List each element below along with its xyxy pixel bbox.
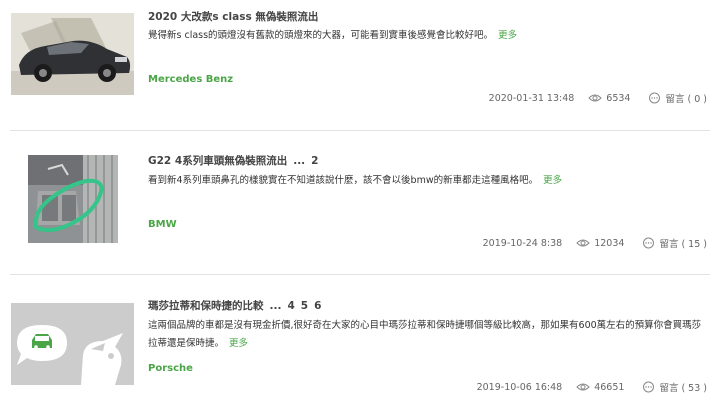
car-photo-icon <box>28 155 118 243</box>
chat-bubble-icon <box>643 381 655 393</box>
comments-count: 留言 ( 15 ) <box>659 239 707 250</box>
more-link[interactable]: 更多 <box>543 175 562 186</box>
more-link[interactable]: 更多 <box>498 30 517 41</box>
post-excerpt: 覺得新s class的頭燈沒有舊款的頭燈來的大器，可能看到實車後感覺會比較好吧。… <box>148 27 708 45</box>
post-thumbnail[interactable] <box>28 155 118 243</box>
post-excerpt: 看到新4系列車頭鼻孔的樣貌實在不知道該說什麼，該不會以後bmw的新車都走這種風格… <box>148 172 708 190</box>
car-photo-icon <box>11 13 134 95</box>
post-title-text: G22 4系列車頭無偽裝照流出 <box>148 155 288 167</box>
page-link[interactable]: 2 <box>311 155 318 167</box>
comments-count: 留言 ( 0 ) <box>665 94 707 105</box>
page-link[interactable]: 6 <box>314 300 321 312</box>
post-date: 2019-10-24 8:38 <box>482 237 563 249</box>
post-thumbnail[interactable] <box>11 13 134 95</box>
post-views: 6534 <box>588 93 630 104</box>
eye-icon <box>576 239 590 247</box>
post-excerpt-text: 覺得新s class的頭燈沒有舊款的頭燈來的大器，可能看到實車後感覺會比較好吧。 <box>148 30 494 41</box>
post-excerpt-text: 看到新4系列車頭鼻孔的樣貌實在不知道該說什麼，該不會以後bmw的新車都走這種風格… <box>148 175 539 186</box>
chat-bubble-icon <box>649 92 661 104</box>
post-date: 2019-10-06 16:48 <box>476 381 563 393</box>
post-title[interactable]: 2020 大改款s class 無偽裝照流出 <box>148 9 318 24</box>
post-brand-link[interactable]: BMW <box>148 219 177 230</box>
car-speech-bubble-icon <box>11 303 134 385</box>
post-title-text: 瑪莎拉蒂和保時捷的比較 <box>148 300 264 312</box>
post-meta: 2020-01-31 13:48 6534 留言 ( 0 ) <box>489 91 707 105</box>
comments-count: 留言 ( 53 ) <box>659 383 707 394</box>
post-title[interactable]: G22 4系列車頭無偽裝照流出... 2 <box>148 153 318 168</box>
divider <box>10 274 710 275</box>
eye-icon <box>588 94 602 102</box>
post-comments-link[interactable]: 留言 ( 0 ) <box>648 91 707 105</box>
post-brand-link[interactable]: Mercedes Benz <box>148 74 233 85</box>
post-meta: 2019-10-06 16:48 46651 留言 ( 53 ) <box>477 380 707 394</box>
post-date: 2020-01-31 13:48 <box>488 92 575 104</box>
post-thumbnail[interactable] <box>11 303 134 385</box>
more-link[interactable]: 更多 <box>229 338 248 349</box>
views-count: 12034 <box>594 237 625 249</box>
pagination-ellipsis: ... <box>269 300 282 312</box>
post-comments-link[interactable]: 留言 ( 53 ) <box>642 380 707 394</box>
divider <box>10 130 710 131</box>
chat-bubble-icon <box>643 237 655 249</box>
post-pagination: ... 4 5 6 <box>264 300 322 312</box>
post-pagination: ... 2 <box>287 155 318 167</box>
post-meta: 2019-10-24 8:38 12034 留言 ( 15 ) <box>483 236 707 250</box>
post-views: 12034 <box>576 238 624 249</box>
post-excerpt: 這兩個品牌的車都是沒有現金折價,很好奇在大家的心目中瑪莎拉蒂和保時捷哪個等級比較… <box>148 317 708 353</box>
page-link[interactable]: 4 <box>287 300 294 312</box>
post-brand-link[interactable]: Porsche <box>148 363 193 374</box>
views-count: 6534 <box>606 92 631 104</box>
eye-icon <box>576 383 590 391</box>
views-count: 46651 <box>594 381 625 393</box>
pagination-ellipsis: ... <box>293 155 306 167</box>
post-title[interactable]: 瑪莎拉蒂和保時捷的比較... 4 5 6 <box>148 298 321 313</box>
post-views: 46651 <box>576 382 624 393</box>
page-link[interactable]: 5 <box>301 300 308 312</box>
post-comments-link[interactable]: 留言 ( 15 ) <box>642 236 707 250</box>
